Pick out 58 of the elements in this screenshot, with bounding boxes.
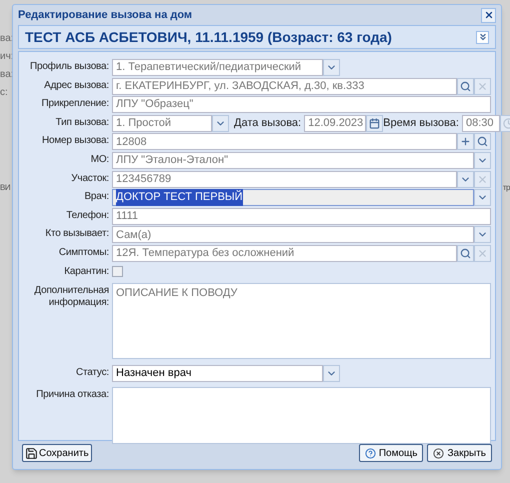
help-icon: [364, 448, 376, 458]
dropdown-button[interactable]: [212, 114, 229, 132]
dropdown-button[interactable]: [474, 189, 491, 206]
close-icon: [484, 10, 494, 20]
window-title: Редактирование вызова на дом: [18, 8, 194, 23]
floppy-icon: [25, 446, 38, 460]
search-icon: [460, 80, 471, 92]
collapse-button[interactable]: [476, 30, 489, 44]
field-label: Адрес вызова:: [43, 78, 109, 92]
field-label: Профиль вызова:: [28, 60, 109, 73]
field-label: Дополнительная информация:: [33, 284, 109, 310]
text-area[interactable]: [112, 387, 491, 444]
search-icon: [460, 248, 471, 259]
checkbox[interactable]: [112, 266, 123, 277]
field-label: Номер вызова:: [40, 134, 109, 148]
plus-icon: [460, 136, 471, 148]
background-label: ич:: [0, 50, 14, 64]
search-button[interactable]: [474, 133, 491, 150]
calendar-icon: [369, 118, 380, 129]
close-icon: [477, 248, 488, 259]
clock-icon: [502, 118, 510, 129]
field-label: Дата вызова:: [234, 116, 302, 132]
background-label: с:: [0, 86, 8, 100]
field-label: Прикрепление:: [40, 97, 109, 110]
background-label: ва:: [0, 32, 14, 46]
close-icon: [433, 448, 444, 458]
field-label: Время вызова:: [383, 116, 459, 132]
calendar-button[interactable]: [366, 114, 384, 132]
field-label: Врач:: [83, 190, 109, 204]
field-label: Причина отказа:: [35, 388, 109, 402]
field-label: Тип вызова:: [54, 116, 109, 129]
dropdown-button[interactable]: [323, 364, 340, 382]
patient-name: ТЕСТ АСБ АСБЕТОВИЧ, 11.11.1959 (Возраст: 63 года): [25, 28, 393, 47]
field-label: Симптомы:: [58, 246, 109, 259]
dropdown-button[interactable]: [474, 152, 491, 169]
double-chevron-icon: [478, 32, 488, 42]
search-button[interactable]: [457, 78, 474, 95]
background-label: ВИ: [0, 182, 10, 194]
field-label: Телефон:: [65, 208, 109, 222]
field-label: Статус:: [75, 366, 109, 379]
dropdown-button[interactable]: [474, 226, 491, 244]
field-label: Кто вызывает:: [44, 227, 109, 240]
background-label: ва:: [0, 68, 14, 82]
save-button[interactable]: Сохранить: [22, 444, 92, 462]
close-icon: [477, 174, 488, 185]
search-button[interactable]: [457, 244, 474, 262]
field-label: Карантин:: [63, 264, 109, 278]
close-button[interactable]: Закрыть: [427, 444, 492, 462]
help-button[interactable]: Помощь: [358, 444, 424, 462]
background-label: тр: [502, 182, 510, 194]
add-button[interactable]: [457, 133, 474, 150]
close-icon: [477, 80, 488, 92]
dropdown-button[interactable]: [457, 170, 474, 188]
close-button[interactable]: [481, 8, 496, 22]
search-icon: [477, 136, 488, 148]
field-label: МО:: [90, 152, 109, 166]
text-area-value: ОПИСАНИЕ К ПОВОДУ: [116, 287, 238, 300]
field-label: Участок:: [70, 172, 109, 185]
